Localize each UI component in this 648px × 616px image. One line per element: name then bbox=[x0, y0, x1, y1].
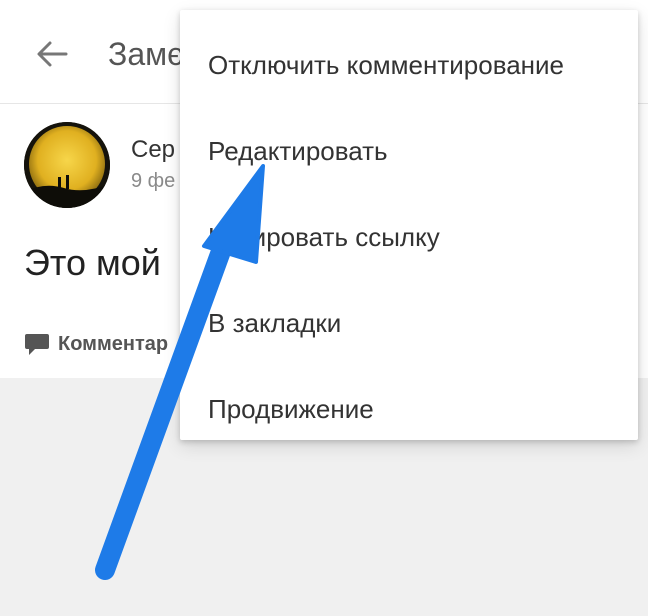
menu-item-bookmarks[interactable]: В закладки bbox=[180, 280, 638, 366]
post-date: 9 фе bbox=[131, 170, 176, 192]
arrow-left-icon bbox=[37, 41, 68, 67]
speech-bubble-icon bbox=[25, 334, 49, 355]
author-name[interactable]: Сер bbox=[131, 136, 175, 164]
avatar[interactable] bbox=[24, 122, 110, 208]
comments-button[interactable]: Комментар bbox=[24, 328, 168, 360]
back-button[interactable] bbox=[28, 32, 76, 76]
menu-item-edit[interactable]: Редактировать bbox=[180, 108, 638, 194]
feed-partial-text: К bbox=[150, 408, 163, 433]
menu-item-promotion[interactable]: Продвижение bbox=[180, 366, 638, 452]
page-title: Замє bbox=[108, 36, 184, 72]
menu-item-copy-link[interactable]: Копировать ссылку bbox=[180, 194, 638, 280]
post-text: Это мой bbox=[24, 242, 161, 283]
menu-item-disable-comments[interactable]: Отключить комментирование bbox=[180, 22, 638, 108]
context-menu: Отключить комментирование Редактировать … bbox=[180, 10, 638, 440]
comments-label: Комментар bbox=[58, 332, 169, 355]
